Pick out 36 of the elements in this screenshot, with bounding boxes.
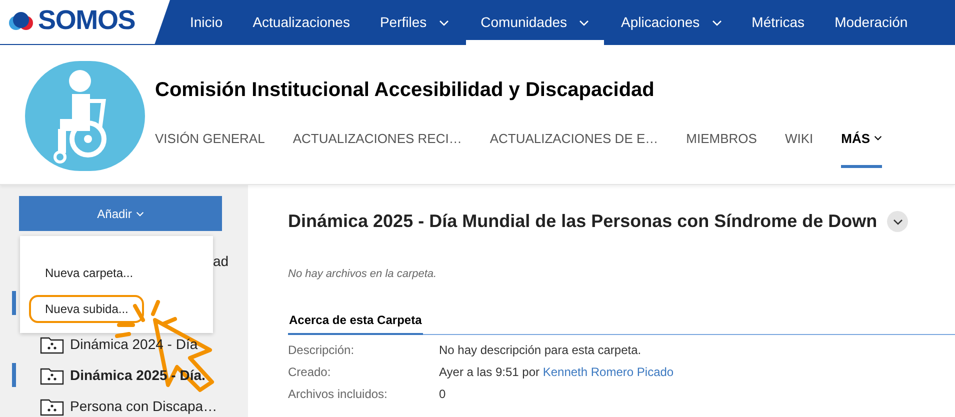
community-tab[interactable]: VISIÓN GENERAL: [155, 129, 265, 164]
nav-item[interactable]: Actualizaciones: [238, 0, 365, 45]
nav-item[interactable]: Perfiles: [364, 0, 464, 45]
community-tab[interactable]: WIKI: [784, 129, 814, 164]
nav-item[interactable]: Comunidades: [466, 0, 604, 45]
caret-icon: [892, 218, 903, 224]
community-tab[interactable]: MIEMBROS: [686, 129, 757, 164]
folder-icon: [40, 398, 64, 416]
logo-text[interactable]: SOMOS: [38, 7, 136, 34]
folder-icon: [40, 366, 64, 384]
detail-label: Creado:: [288, 364, 332, 380]
nav-item[interactable]: Inicio: [175, 0, 238, 45]
author-link[interactable]: Kenneth Romero Picado: [542, 364, 674, 380]
detail-label: Descripción:: [288, 342, 356, 358]
menu-item[interactable]: Nueva subida...: [30, 296, 144, 322]
community-title: Comisión Institucional Accesibilidad y Discapacidad: [155, 78, 656, 103]
community-tab[interactable]: ACTUALIZACIONES DE E…: [490, 129, 658, 164]
options-button[interactable]: [887, 211, 908, 232]
empty-message: No hay archivos en la carpeta.: [288, 267, 438, 282]
folder-icon: [40, 336, 64, 354]
caret-icon: [136, 210, 144, 216]
detail-value: No hay descripción para esta carpeta.: [439, 342, 642, 358]
folder-title: Dinámica 2025 - Día Mundial de las Personas con Síndrome de Down: [288, 210, 878, 233]
folder-item[interactable]: ad: [213, 251, 229, 272]
menu-item[interactable]: Nueva carpeta...: [30, 260, 148, 286]
detail-label: Archivos incluidos:: [288, 386, 388, 402]
nav-item[interactable]: Métricas: [736, 0, 820, 45]
nav-item[interactable]: Moderación: [820, 0, 923, 45]
nav-item[interactable]: Aplicaciones: [606, 0, 737, 45]
folder-item[interactable]: Persona con Discapa…: [70, 396, 218, 417]
detail-value: Ayer a las 9:51 por: [439, 364, 541, 380]
community-tab[interactable]: MÁS: [841, 129, 882, 164]
community-tab[interactable]: ACTUALIZACIONES RECI…: [292, 129, 462, 164]
add-button[interactable]: Añadir: [19, 196, 222, 231]
section-tab[interactable]: Acerca de esta Carpeta: [288, 310, 423, 334]
detail-value: 0: [439, 386, 446, 402]
